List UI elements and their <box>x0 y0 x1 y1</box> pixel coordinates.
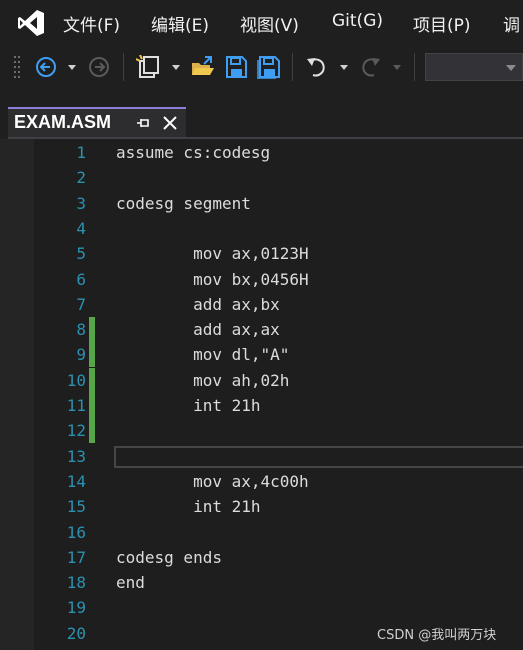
new-project-icon[interactable] <box>136 55 162 79</box>
line-number: 11 <box>66 396 86 415</box>
solution-config-combo[interactable] <box>425 53 523 81</box>
menu-file[interactable]: 文件(F) <box>63 11 120 36</box>
code-line[interactable]: 10 mov ah,02h <box>0 368 523 393</box>
code-line[interactable]: 9 mov dl,"A" <box>0 342 523 367</box>
line-number: 16 <box>66 523 86 542</box>
change-tracking-bar <box>89 317 95 342</box>
change-tracking-bar <box>89 342 95 367</box>
menu-bar: 文件(F) 编辑(E) 视图(V) Git(G) 项目(P) 调 <box>0 0 523 45</box>
line-number: 6 <box>76 270 86 289</box>
code-line[interactable]: 8 add ax,ax <box>0 317 523 342</box>
line-number: 9 <box>76 345 86 364</box>
toolbar-grip-icon[interactable] <box>14 55 20 79</box>
change-tracking-bar <box>89 418 95 443</box>
redo-dropdown-icon[interactable] <box>391 55 403 79</box>
redo-icon[interactable] <box>358 55 382 79</box>
line-number: 4 <box>76 219 86 238</box>
visual-studio-logo-icon[interactable] <box>16 8 46 38</box>
code-line[interactable]: 13 <box>0 444 523 469</box>
code-text: add ax,ax <box>116 320 280 339</box>
change-tracking-bar <box>89 368 95 393</box>
line-number: 18 <box>66 573 86 592</box>
line-number: 13 <box>66 447 86 466</box>
code-editor[interactable]: 1 assume cs:codesg 2 3 codesg segment 4 5 mov … <box>0 139 523 650</box>
menu-git[interactable]: Git(G) <box>332 11 383 31</box>
line-number: 8 <box>76 320 86 339</box>
code-text: mov ah,02h <box>116 371 290 390</box>
code-text: mov ax,4c00h <box>116 472 309 491</box>
back-icon[interactable] <box>35 55 57 79</box>
code-line[interactable]: 5 mov ax,0123H <box>0 241 523 266</box>
undo-icon[interactable] <box>305 55 329 79</box>
line-number: 3 <box>76 194 86 213</box>
change-tracking-bar <box>89 393 95 418</box>
toolbar-separator <box>414 53 415 81</box>
tab-title: EXAM.ASM <box>14 112 112 132</box>
line-number: 2 <box>76 168 86 187</box>
line-number: 17 <box>66 548 86 567</box>
code-line[interactable]: 7 add ax,bx <box>0 292 523 317</box>
line-number: 5 <box>76 244 86 263</box>
code-line[interactable]: 12 <box>0 418 523 443</box>
code-line[interactable]: 4 <box>0 216 523 241</box>
code-text: mov dl,"A" <box>116 345 290 364</box>
combo-chevron-down-icon <box>506 65 516 71</box>
save-all-icon[interactable] <box>257 55 281 79</box>
toolbar <box>0 45 523 89</box>
code-text: assume cs:codesg <box>116 143 271 162</box>
line-number: 10 <box>66 371 86 390</box>
code-line[interactable]: 11 int 21h <box>0 393 523 418</box>
line-number: 15 <box>66 497 86 516</box>
menu-edit[interactable]: 编辑(E) <box>151 11 209 36</box>
undo-dropdown-icon[interactable] <box>338 55 350 79</box>
code-text: int 21h <box>116 396 261 415</box>
menu-debug[interactable]: 调 <box>503 11 520 36</box>
line-number: 12 <box>66 421 86 440</box>
code-line[interactable]: 3 codesg segment <box>0 191 523 216</box>
line-number: 7 <box>76 295 86 314</box>
toolbar-separator <box>123 53 124 81</box>
code-text: int 21h <box>116 497 261 516</box>
code-line[interactable]: 2 <box>0 165 523 190</box>
code-line[interactable]: 16 <box>0 520 523 545</box>
back-dropdown-icon[interactable] <box>66 55 78 79</box>
code-line[interactable]: 14 mov ax,4c00h <box>0 469 523 494</box>
code-text: end <box>116 573 145 592</box>
line-number: 1 <box>76 143 86 162</box>
code-text: mov bx,0456H <box>116 270 309 289</box>
line-number: 19 <box>66 598 86 617</box>
code-text: codesg segment <box>116 194 251 213</box>
code-line[interactable]: 15 int 21h <box>0 494 523 519</box>
code-text: codesg ends <box>116 548 222 567</box>
menu-view[interactable]: 视图(V) <box>240 11 299 36</box>
code-text: mov ax,0123H <box>116 244 309 263</box>
current-line-highlight <box>114 446 523 468</box>
toolbar-separator <box>292 53 293 81</box>
document-tab-strip: EXAM.ASM <box>0 89 523 139</box>
code-text: add ax,bx <box>116 295 280 314</box>
line-number: 20 <box>66 624 86 643</box>
code-line[interactable]: 18 end <box>0 570 523 595</box>
forward-icon[interactable] <box>88 55 110 79</box>
code-line[interactable]: 6 mov bx,0456H <box>0 267 523 292</box>
close-icon[interactable] <box>162 115 178 131</box>
pin-icon[interactable] <box>136 116 150 130</box>
open-icon[interactable] <box>190 55 216 79</box>
code-line[interactable]: 1 assume cs:codesg <box>0 140 523 165</box>
code-line[interactable]: 17 codesg ends <box>0 545 523 570</box>
menu-project[interactable]: 项目(P) <box>413 11 471 36</box>
tab-exam-asm[interactable]: EXAM.ASM <box>8 107 186 137</box>
code-line[interactable]: 19 <box>0 595 523 620</box>
line-number: 14 <box>66 472 86 491</box>
save-icon[interactable] <box>224 55 248 79</box>
watermark: CSDN @我叫两万块 <box>377 628 497 643</box>
new-dropdown-icon[interactable] <box>170 55 182 79</box>
